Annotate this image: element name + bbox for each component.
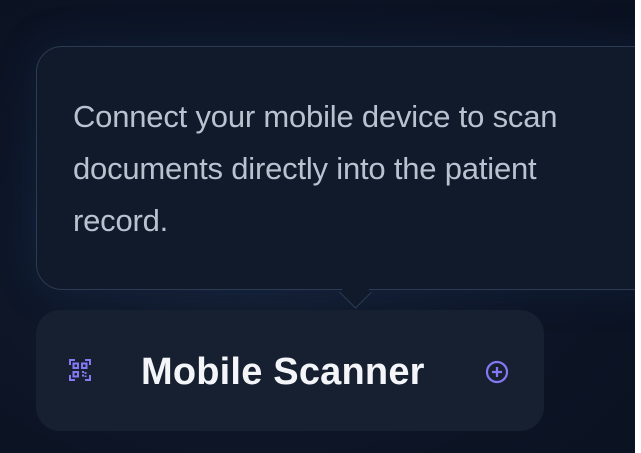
add-circle-icon[interactable] [485, 360, 509, 384]
tooltip: Connect your mobile device to scan docum… [36, 46, 635, 309]
tooltip-text: Connect your mobile device to scan docum… [73, 99, 558, 238]
tooltip-arrow [339, 276, 372, 309]
qr-code-scan-icon [68, 358, 92, 382]
mobile-scanner-button[interactable]: Mobile Scanner [36, 310, 544, 431]
scanner-panel: Connect your mobile device to scan docum… [0, 0, 635, 453]
mobile-scanner-label: Mobile Scanner [141, 351, 425, 393]
